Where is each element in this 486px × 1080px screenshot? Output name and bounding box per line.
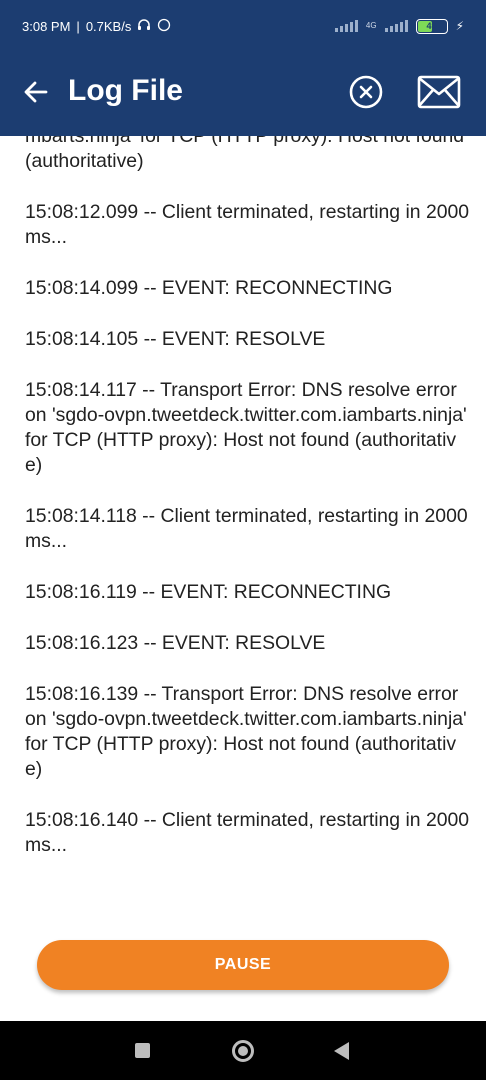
log-scroll-area[interactable]: mbarts.ninja' for TCP (HTTP proxy): Host… (0, 136, 486, 920)
charging-bolt-icon: ⚡ (455, 19, 464, 33)
battery-icon: 49 (415, 18, 448, 34)
page-title: Log File (68, 74, 183, 107)
email-log-mail-icon[interactable] (416, 74, 462, 110)
headphones-icon (137, 18, 151, 34)
log-entry: mbarts.ninja' for TCP (HTTP proxy): Host… (25, 136, 465, 172)
clear-log-close-icon[interactable] (348, 74, 384, 110)
log-entry: 15:08:14.099 -- EVENT: RECONNECTING (25, 277, 393, 299)
back-triangle-icon[interactable] (334, 1042, 349, 1060)
log-entry: 15:08:16.140 -- Client terminated, resta… (25, 809, 470, 856)
log-entry: 15:08:12.099 -- Client terminated, resta… (25, 201, 470, 248)
sync-circle-icon (157, 18, 171, 35)
status-time: 3:08 PM (22, 18, 71, 34)
log-entry: 15:08:16.123 -- EVENT: RESOLVE (25, 632, 326, 654)
home-circle-icon[interactable] (232, 1040, 254, 1062)
log-entry: 15:08:14.105 -- EVENT: RESOLVE (25, 328, 326, 350)
log-entry: 15:08:16.119 -- EVENT: RECONNECTING (25, 581, 392, 603)
status-bar: 3:08 PM | 0.7KB/s 4G 49 ⚡ (0, 0, 486, 52)
status-separator: | (76, 18, 80, 34)
log-entry: 15:08:14.117 -- Transport Error: DNS res… (25, 379, 467, 476)
signal-strength-icon-2 (384, 20, 408, 32)
signal-strength-icon (334, 20, 358, 32)
app-bar: 3:08 PM | 0.7KB/s 4G 49 ⚡ Log File (0, 0, 486, 136)
log-entry: 15:08:16.139 -- Transport Error: DNS res… (25, 683, 467, 780)
pause-button[interactable]: PAUSE (37, 940, 449, 990)
recents-square-icon[interactable] (135, 1043, 150, 1058)
log-entry: 15:08:14.118 -- Client terminated, resta… (25, 505, 468, 552)
back-arrow-icon[interactable] (22, 78, 50, 106)
system-nav-bar (0, 1021, 486, 1080)
toolbar: Log File (0, 52, 486, 136)
battery-level: 49 (426, 21, 437, 31)
network-type: 4G (365, 21, 377, 30)
log-list: mbarts.ninja' for TCP (HTTP proxy): Host… (25, 136, 470, 884)
status-speed: 0.7KB/s (85, 18, 132, 34)
